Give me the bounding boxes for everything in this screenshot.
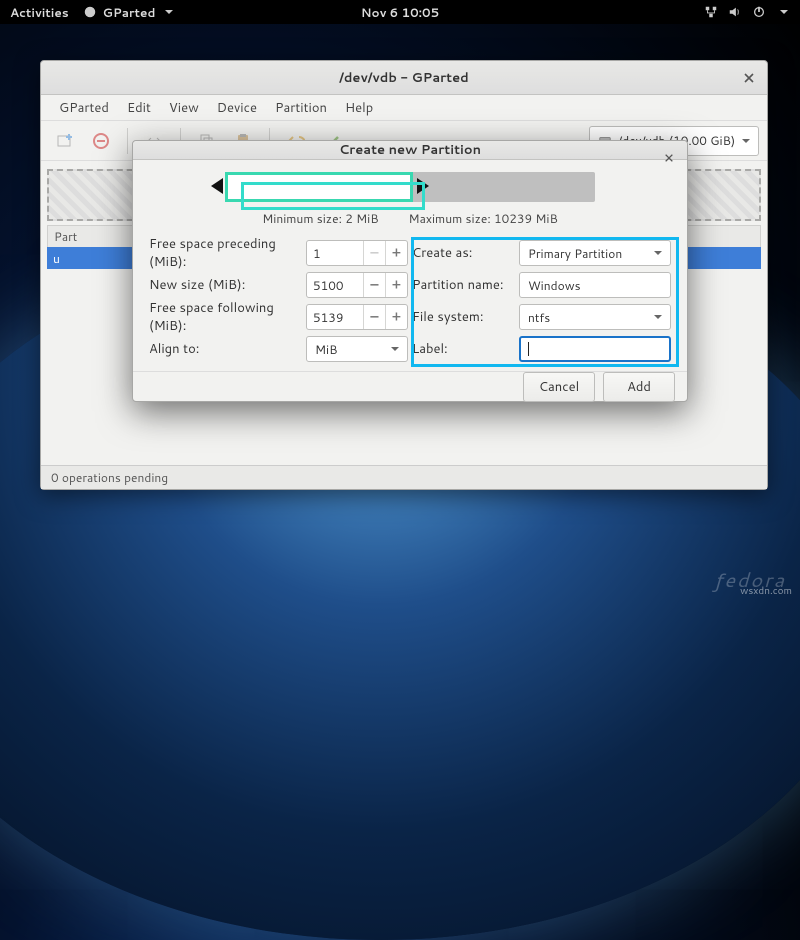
- align-to-value: MiB: [315, 341, 337, 358]
- activities-button[interactable]: Activities: [10, 4, 69, 21]
- resize-handle-right-icon[interactable]: [417, 178, 437, 194]
- label-input[interactable]: [519, 336, 671, 362]
- free-following-value: 5139: [307, 305, 363, 329]
- new-icon: [56, 132, 74, 150]
- minimum-size-label: Minimum size: 2 MiB: [262, 210, 378, 227]
- window-title: /dev/vdb - GParted: [339, 69, 469, 87]
- spin-increment[interactable]: +: [385, 305, 407, 329]
- power-icon[interactable]: [752, 5, 766, 19]
- chevron-down-icon: [165, 10, 173, 18]
- create-as-combo[interactable]: Primary Partition: [519, 240, 671, 266]
- clock[interactable]: Nov 6 10:05: [361, 4, 439, 21]
- chevron-down-icon: [654, 315, 662, 323]
- partition-name-value: Windows: [528, 277, 581, 294]
- text-caret: [528, 342, 529, 356]
- partition-name-label: Partition name:: [412, 276, 511, 294]
- dialog-action-bar: Cancel Add: [133, 371, 687, 402]
- partition-size-fill[interactable]: [225, 172, 413, 202]
- menu-bar: GParted Edit View Device Partition Help: [41, 95, 767, 121]
- status-text: 0 operations pending: [51, 469, 168, 486]
- source-watermark: wsxdn.com: [740, 584, 792, 598]
- maximum-size-label: Maximum size: 10239 MiB: [409, 210, 558, 227]
- volume-icon[interactable]: [728, 5, 742, 19]
- dialog-title: Create new Partition: [339, 141, 481, 159]
- free-preceding-spinbox[interactable]: 1 − +: [306, 240, 408, 266]
- create-partition-dialog: Create new Partition Minimum size: 2 MiB…: [132, 140, 688, 402]
- dialog-close-button[interactable]: [659, 148, 679, 168]
- chevron-down-icon: [391, 347, 399, 355]
- free-preceding-label: Free space preceding (MiB):: [149, 235, 298, 271]
- chevron-down-icon: [654, 251, 662, 259]
- menu-view[interactable]: View: [161, 96, 207, 120]
- free-preceding-value: 1: [307, 241, 363, 265]
- window-titlebar: /dev/vdb - GParted: [41, 61, 767, 95]
- partition-name-input[interactable]: Windows: [519, 272, 671, 298]
- network-icon[interactable]: [704, 5, 718, 19]
- cancel-button[interactable]: Cancel: [523, 372, 595, 402]
- status-bar: 0 operations pending: [41, 465, 767, 489]
- menu-help[interactable]: Help: [337, 96, 381, 120]
- app-menu[interactable]: GParted: [83, 4, 174, 21]
- partition-row-label: u: [53, 250, 60, 267]
- align-to-combo[interactable]: MiB: [306, 336, 408, 362]
- dialog-titlebar: Create new Partition: [133, 141, 687, 160]
- menu-gparted[interactable]: GParted: [51, 96, 117, 120]
- create-as-label: Create as:: [412, 244, 511, 262]
- menu-edit[interactable]: Edit: [119, 96, 159, 120]
- add-button[interactable]: Add: [603, 372, 675, 402]
- delete-icon: [92, 132, 110, 150]
- gnome-topbar: Activities GParted Nov 6 10:05: [0, 0, 800, 24]
- free-following-spinbox[interactable]: 5139 − +: [306, 304, 408, 330]
- window-close-button[interactable]: [739, 68, 759, 88]
- filesystem-label: File system:: [412, 308, 511, 326]
- spin-increment[interactable]: +: [385, 241, 407, 265]
- spin-decrement[interactable]: −: [363, 305, 385, 329]
- label-label: Label:: [412, 340, 511, 358]
- partition-size-visualization[interactable]: [149, 170, 671, 204]
- chevron-down-icon: [780, 10, 788, 18]
- gparted-app-icon: [83, 5, 97, 19]
- new-partition-button[interactable]: [49, 125, 81, 157]
- spin-decrement[interactable]: −: [363, 273, 385, 297]
- menu-partition[interactable]: Partition: [267, 96, 335, 120]
- chevron-down-icon: [742, 139, 750, 147]
- new-size-spinbox[interactable]: 5100 − +: [306, 272, 408, 298]
- delete-button[interactable]: [85, 125, 117, 157]
- filesystem-combo[interactable]: ntfs: [519, 304, 671, 330]
- size-limits: Minimum size: 2 MiB Maximum size: 10239 …: [149, 210, 671, 227]
- spin-increment[interactable]: +: [385, 273, 407, 297]
- column-partition: Part: [54, 228, 77, 245]
- create-as-value: Primary Partition: [528, 245, 622, 262]
- menu-device[interactable]: Device: [209, 96, 265, 120]
- close-icon: [743, 72, 755, 84]
- new-size-value: 5100: [307, 273, 363, 297]
- free-following-label: Free space following (MiB):: [149, 299, 298, 335]
- spin-decrement[interactable]: −: [363, 241, 385, 265]
- filesystem-value: ntfs: [528, 309, 550, 326]
- app-menu-label: GParted: [103, 4, 156, 21]
- new-size-label: New size (MiB):: [149, 276, 298, 294]
- resize-handle-left-icon[interactable]: [203, 178, 223, 194]
- align-to-label: Align to:: [149, 340, 298, 358]
- close-icon: [664, 153, 674, 163]
